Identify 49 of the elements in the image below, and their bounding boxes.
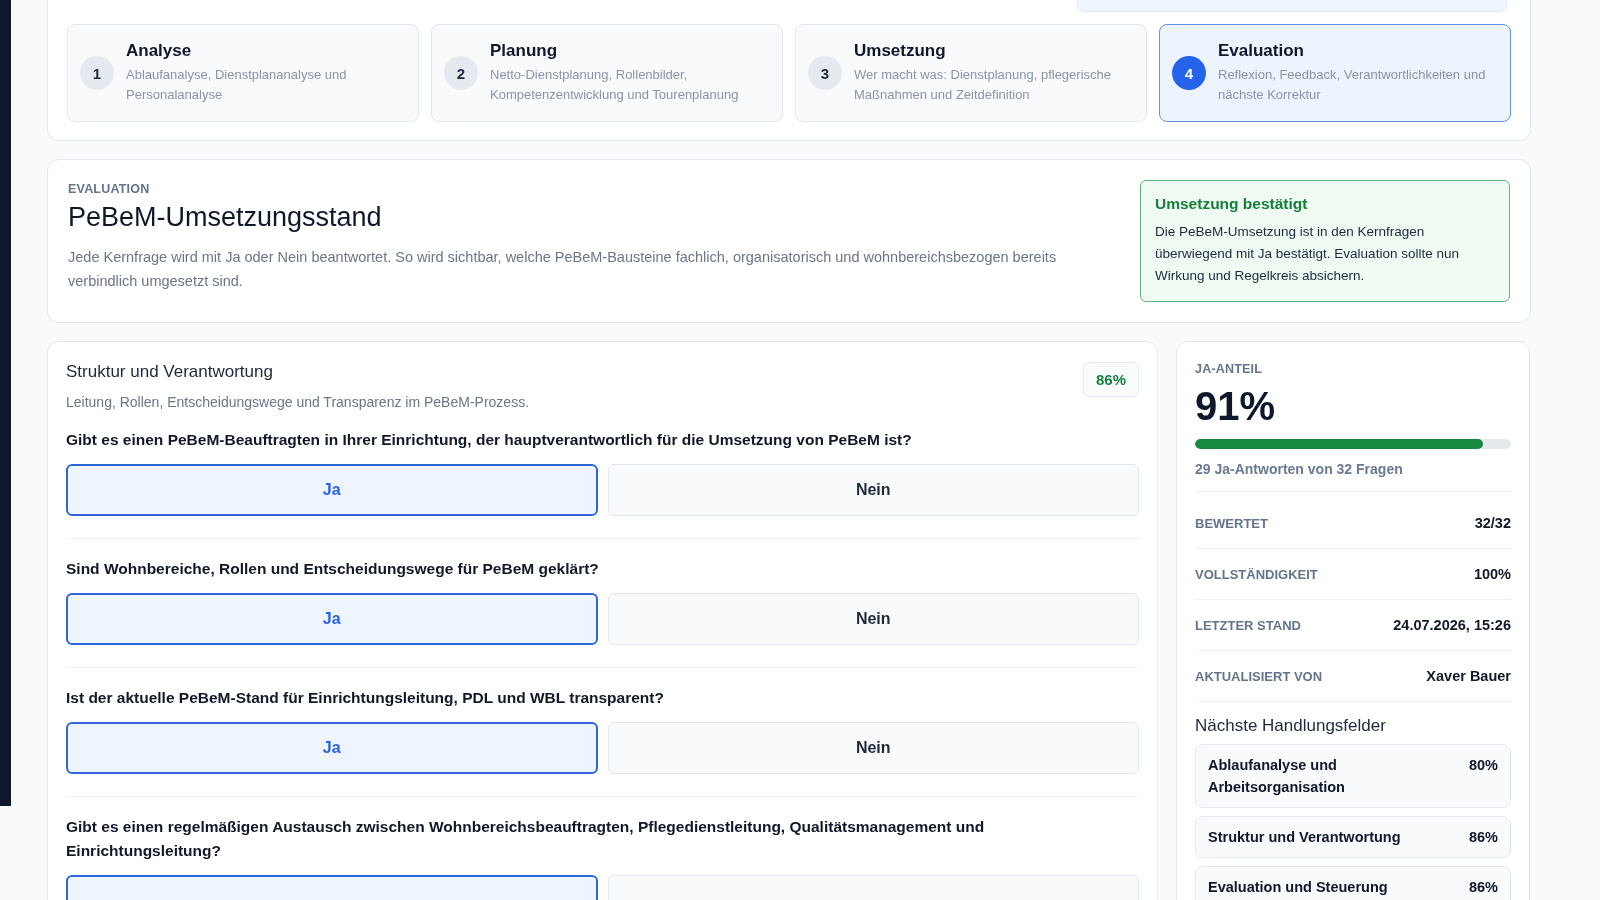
step-description: Netto-Dienstplanung, Rollenbilder, Kompetenzentwicklung und Tourenplanung [490,66,740,104]
status-text: Die PeBeM-Umsetzung ist in den Kernfragen überwiegend mit Ja bestätigt. Evaluation sollte nun Wirkung und Regelkreis absichern. [1155,223,1460,285]
step-card[interactable]: 3 Umsetzung Wer macht was: Dienstplanung, pflegerische Maßnahmen und Zeitdefinition [795,24,1147,122]
step-description: Wer macht was: Dienstplanung, pflegerische Maßnahmen und Zeitdefinition [854,66,1112,104]
page-description: Jede Kernfrage wird mit Ja oder Nein beantwortet. So wird sichtbar, welche PeBeM-Bausteine fachlich, organisatorisch und wohnbereichsbezogen bereits verbindlich umgesetzt sind. [68,248,1058,291]
summary-label: JA-ANTEIL [1195,362,1264,376]
summary-caption: 29 Ja-Antworten von 32 Fragen [1195,461,1511,492]
stat-label: AKTUALISIERT VON [1195,668,1323,684]
question-text: Ist der aktuelle PeBeM-Stand für Einrichtungsleitung, PDL und WBL transparent? [66,688,665,708]
stat-label: LETZTER STAND [1195,617,1301,633]
section-title: Struktur und Verantwortung [66,362,274,382]
answer-button[interactable]: Nein [607,593,1139,645]
answer-button[interactable]: Ja [66,593,598,645]
answer-button[interactable]: Ja [66,464,598,516]
step-number: 1 [80,56,114,90]
summary-value: 91% [1195,384,1277,429]
page-title: PeBeM-Umsetzungsstand [68,202,383,233]
step-number: 4 [1172,56,1206,90]
step-card[interactable]: 2 Planung Netto-Dienstplanung, Rollenbilder, Kompetenzentwicklung und Tourenplanung [431,24,783,122]
step-description: Ablaufanalyse, Dienstplananalyse und Personalanalyse [126,66,348,104]
status-title: Umsetzung bestätigt [1155,195,1309,213]
step-title: Evaluation [1218,41,1305,61]
section-subtitle: Leitung, Rollen, Entscheidungswege und Transparenz im PeBeM-Prozess. [66,394,530,410]
step-description: Reflexion, Feedback, Verantwortlichkeiten und nächste Korrektur [1218,66,1487,104]
question-text: Gibt es einen PeBeM-Beauftragten in Ihrer Einrichtung, der hauptverantwortlich für die Umsetzung von PeBeM ist? [66,430,913,450]
stat-value: Xaver Bauer [1426,668,1511,684]
step-card[interactable]: 4 Evaluation Reflexion, Feedback, Verantwortlichkeiten und nächste Korrektur [1159,24,1511,122]
question-text: Gibt es einen regelmäßigen Austausch zwischen Wohnbereichsbeauftragten, Pflegedienstleitung, Qualitätsmanagement und Einrichtungsleitung? [66,817,986,861]
next-fields-title: Nächste Handlungsfelder [1195,716,1387,736]
section-eyebrow: EVALUATION [68,182,151,196]
stat-label: VOLLSTÄNDIGKEIT [1195,566,1318,582]
action-field-item[interactable]: Ablaufanalyse und Arbeitsorganisation 80% [1195,744,1511,808]
stat-label: BEWERTET [1195,515,1268,531]
step-title: Planung [490,41,559,61]
score-badge: 86% [1082,362,1139,397]
stat-value: 32/32 [1474,515,1511,531]
answer-button[interactable]: Nein [607,464,1139,516]
answer-button[interactable]: Ja [66,722,598,774]
stat-value: 24.07.2026, 15:26 [1393,617,1511,633]
step-card[interactable]: 1 Analyse Ablaufanalyse, Dienstplananalyse und Personalanalyse [67,24,419,122]
action-field-item[interactable]: Evaluation und Steuerung 86% [1195,866,1511,900]
step-title: Umsetzung [854,41,947,61]
step-title: Analyse [126,41,193,61]
answer-button[interactable]: Nein [607,722,1139,774]
step-number: 2 [444,56,478,90]
step-number: 3 [808,56,842,90]
stat-value: 100% [1473,566,1511,582]
question-text: Sind Wohnbereiche, Rollen und Entscheidungswege für PeBeM geklärt? [66,559,600,579]
action-field-item[interactable]: Struktur und Verantwortung 86% [1195,816,1511,858]
